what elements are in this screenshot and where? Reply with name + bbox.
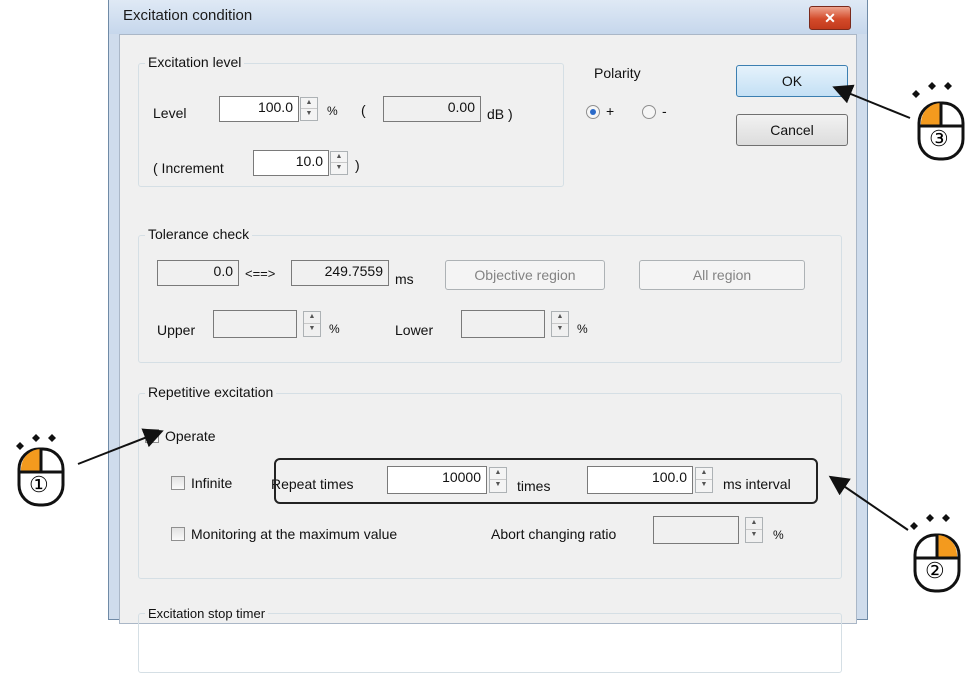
callout-number-one: ① [29,472,49,497]
click-sparkle-icon [910,514,950,530]
mouse-callout-3: ③ [916,100,966,162]
callout-number-three: ③ [929,126,949,151]
arrow-to-ok-button [832,84,911,119]
callout-number-two: ② [925,558,945,583]
excitation-stop-timer-label: Excitation stop timer [145,606,269,621]
click-sparkle-icon [16,434,56,450]
click-sparkle-icon [912,82,952,98]
mouse-callout-2: ② [912,532,962,594]
arrow-to-repeat-controls [828,475,909,531]
arrow-to-operate-checkbox [77,428,164,465]
excitation-stop-timer-group: Excitation stop timer [138,606,842,673]
callout-arrows [77,84,911,531]
